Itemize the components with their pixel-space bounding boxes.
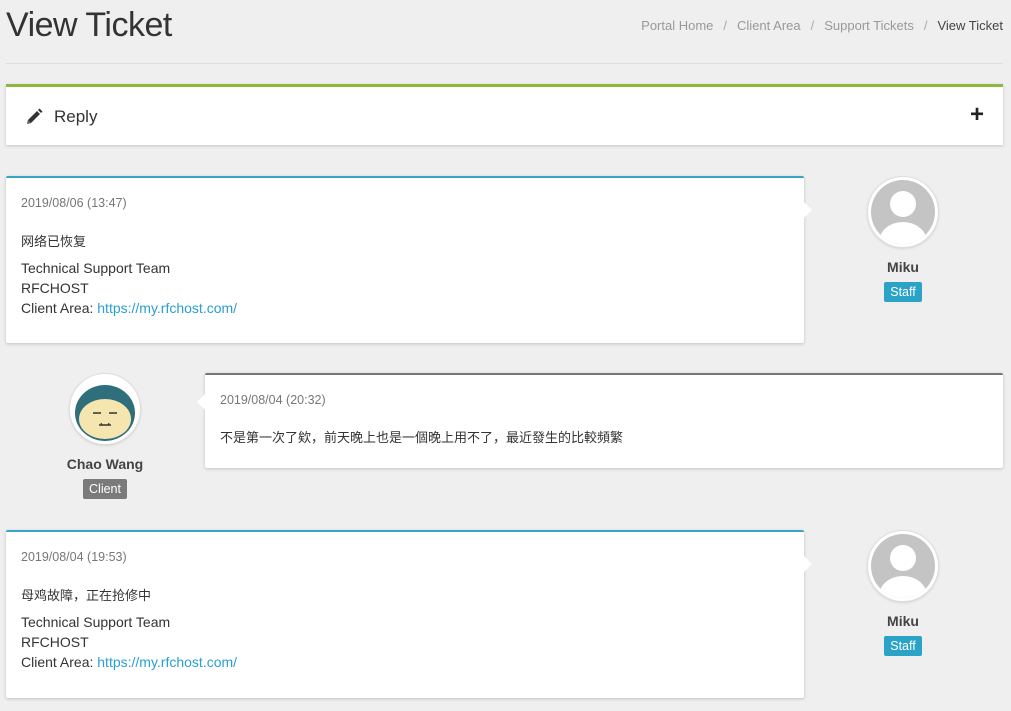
client-badge: Client	[83, 479, 127, 499]
breadcrumb: Portal Home / Client Area / Support Tick…	[641, 18, 1003, 33]
client-area-label: Client Area:	[21, 300, 98, 316]
signature-line: Technical Support Team	[21, 614, 171, 630]
staff-badge: Staff	[884, 636, 922, 656]
ticket-reply-staff: 2019/08/06 (13:47) 网络已恢复 Technical Suppo…	[6, 176, 812, 343]
author-name: Chao Wang	[66, 456, 144, 472]
author-staff: Miku Staff	[833, 531, 973, 656]
author-client: Chao Wang Client	[35, 374, 175, 499]
breadcrumb-portal-home[interactable]: Portal Home	[641, 18, 713, 33]
reply-panel[interactable]: Reply +	[6, 84, 1003, 145]
pencil-icon	[27, 108, 43, 124]
view-ticket-page: View Ticket Portal Home / Client Area / …	[0, 0, 1011, 711]
ticket-reply-client: 2019/08/04 (20:32) 不是第一次了欸，前天晚上也是一個晚上用不了…	[197, 373, 1003, 468]
breadcrumb-separator: /	[923, 18, 928, 33]
page-header: View Ticket Portal Home / Client Area / …	[6, 0, 1003, 64]
reply-label[interactable]: Reply	[54, 107, 97, 127]
breadcrumb-separator: /	[723, 18, 728, 33]
breadcrumb-current: View Ticket	[937, 18, 1003, 33]
default-user-icon	[871, 534, 935, 598]
breadcrumb-separator: /	[810, 18, 815, 33]
signature-line: RFCHOST	[21, 634, 89, 650]
client-area-line: Client Area: https://my.rfchost.com/	[21, 300, 237, 316]
expand-plus-icon[interactable]: +	[970, 103, 984, 127]
author-staff: Miku Staff	[833, 177, 973, 302]
bubble-arrow	[803, 201, 812, 219]
signature-line: RFCHOST	[21, 280, 89, 296]
author-name: Miku	[887, 613, 919, 629]
client-area-link[interactable]: https://my.rfchost.com/	[97, 654, 237, 670]
client-area-label: Client Area:	[21, 654, 98, 670]
author-name: Miku	[887, 259, 919, 275]
message-body: 不是第一次了欸，前天晚上也是一個晚上用不了，最近發生的比較頻繁	[220, 430, 624, 445]
signature-line: Technical Support Team	[21, 260, 171, 276]
message-date: 2019/08/04 (19:53)	[21, 550, 127, 564]
avatar	[868, 177, 938, 247]
breadcrumb-client-area[interactable]: Client Area	[737, 18, 801, 33]
message-date: 2019/08/06 (13:47)	[21, 196, 127, 210]
message-body: 网络已恢复	[21, 234, 87, 249]
default-user-icon	[871, 180, 935, 244]
client-area-line: Client Area: https://my.rfchost.com/	[21, 654, 237, 670]
client-avatar-icon	[73, 377, 137, 441]
staff-badge: Staff	[884, 282, 922, 302]
message-date: 2019/08/04 (20:32)	[220, 393, 326, 407]
message-body: 母鸡故障，正在抢修中	[21, 588, 152, 603]
page-title: View Ticket	[6, 6, 172, 44]
bubble-arrow	[197, 393, 206, 411]
breadcrumb-support-tickets[interactable]: Support Tickets	[824, 18, 914, 33]
avatar	[70, 374, 140, 444]
client-area-link[interactable]: https://my.rfchost.com/	[97, 300, 237, 316]
bubble-arrow	[803, 555, 812, 573]
avatar	[868, 531, 938, 601]
ticket-reply-staff: 2019/08/04 (19:53) 母鸡故障，正在抢修中 Technical …	[6, 530, 812, 698]
